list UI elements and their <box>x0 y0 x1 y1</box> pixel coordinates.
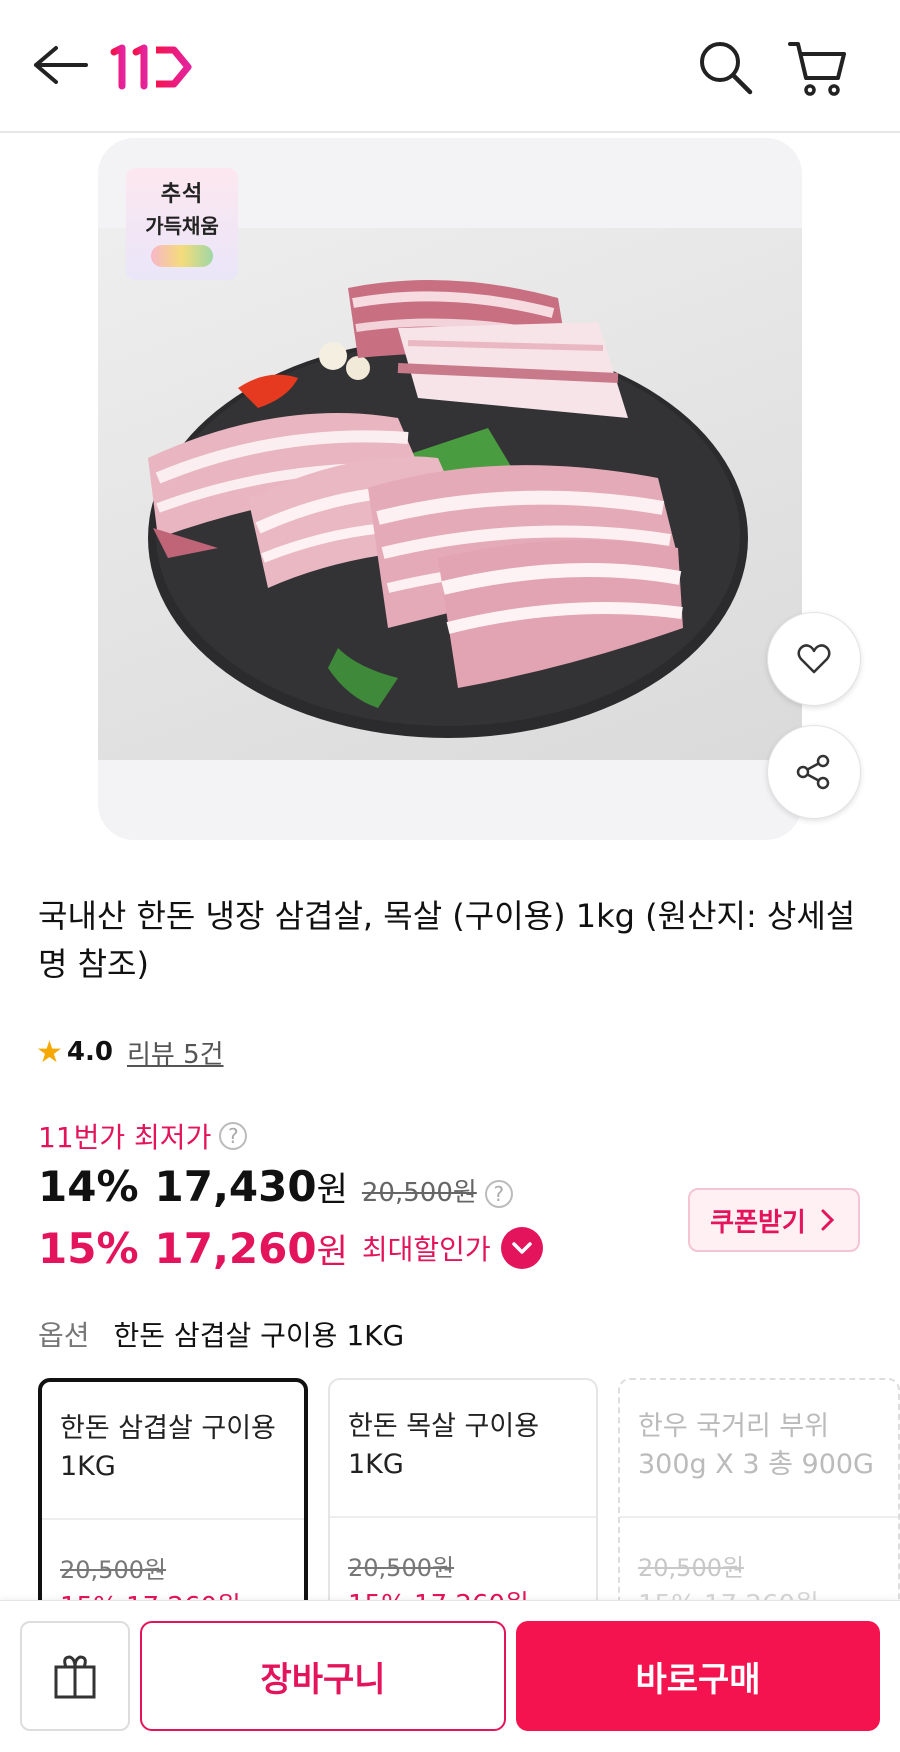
help-icon[interactable]: ? <box>219 1122 248 1150</box>
divider <box>42 1518 304 1520</box>
price-row-2: 15% 17,260 원 최대할인가 <box>38 1218 543 1278</box>
divider <box>330 1516 596 1518</box>
option-label: 옵션 <box>38 1319 90 1352</box>
product-image-card[interactable]: 추석 가득채움 <box>98 138 802 840</box>
option-original-price: 20,500원 <box>60 1556 167 1584</box>
cart-icon[interactable] <box>786 36 850 100</box>
discount2-price: 17,260 <box>154 1223 317 1273</box>
lowest-price-row: 11번가 최저가 ? <box>38 1116 248 1156</box>
option-name: 한돈 삼겹살 구이용 1KG <box>60 1413 276 1482</box>
rating-score: 4.0 <box>66 1037 113 1067</box>
share-button[interactable] <box>767 725 861 819</box>
discount2-percent: 15% <box>38 1223 139 1273</box>
product-photo <box>98 228 802 760</box>
discount1-percent: 14% <box>38 1162 139 1211</box>
rating-row: ★ 4.0 리뷰 5건 <box>36 1032 224 1072</box>
option-original-price: 20,500원 <box>638 1554 745 1582</box>
lowest-price-label: 11번가 최저가 <box>38 1121 212 1154</box>
get-coupon-button[interactable]: 쿠폰받기 <box>688 1188 860 1252</box>
back-arrow-icon[interactable] <box>30 40 92 90</box>
price-help-icon[interactable]: ? <box>484 1180 513 1208</box>
badge-line1: 추석 <box>160 182 204 207</box>
heart-icon <box>797 644 831 674</box>
share-icon <box>796 754 830 790</box>
buy-now-button[interactable]: 바로구매 <box>516 1621 880 1731</box>
bottom-action-bar: 장바구니 바로구매 <box>0 1600 900 1752</box>
max-discount-label: 최대할인가 <box>361 1233 491 1266</box>
review-count-link[interactable]: 리뷰 5건 <box>127 1034 224 1071</box>
chevron-down-icon[interactable] <box>500 1227 543 1269</box>
search-icon[interactable] <box>696 38 756 98</box>
discount1-price: 17,430 <box>154 1162 317 1211</box>
gift-button[interactable] <box>20 1621 130 1731</box>
discount2-won: 원 <box>316 1231 348 1272</box>
option-selected-value: 한돈 삼겹살 구이용 1KG <box>113 1319 405 1352</box>
eleven-street-logo[interactable] <box>106 42 196 92</box>
discount1-won: 원 <box>316 1170 348 1210</box>
option-original-price: 20,500원 <box>348 1554 455 1582</box>
divider <box>620 1516 898 1518</box>
top-header <box>0 0 900 133</box>
original-price: 20,500원 <box>361 1178 477 1208</box>
chuseok-promo-badge: 추석 가득채움 <box>126 168 238 280</box>
star-icon: ★ <box>36 1034 63 1070</box>
option-name: 한돈 목살 구이용 1KG <box>348 1411 540 1480</box>
option-name: 한우 국거리 부위 300g X 3 총 900G <box>638 1411 874 1480</box>
product-title: 국내산 한돈 냉장 삼겹살, 목살 (구이용) 1kg (원산지: 상세설명 참… <box>38 897 856 983</box>
gift-icon <box>54 1655 96 1699</box>
chevron-right-icon <box>821 1209 834 1231</box>
badge-line2: 가득채움 <box>145 214 219 238</box>
add-to-cart-button[interactable]: 장바구니 <box>140 1621 506 1731</box>
badge-rice-cakes-graphic <box>151 245 213 267</box>
coupon-label: 쿠폰받기 <box>710 1207 806 1238</box>
price-row-1: 14% 17,430 원 20,500원 ? <box>38 1162 513 1222</box>
like-button[interactable] <box>767 612 861 706</box>
option-row: 옵션 한돈 삼겹살 구이용 1KG <box>38 1314 404 1354</box>
